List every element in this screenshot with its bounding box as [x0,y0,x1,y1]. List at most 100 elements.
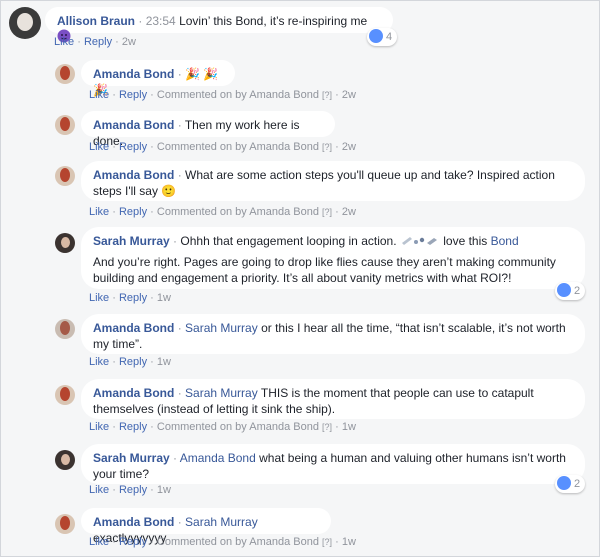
separator: · [112,536,116,548]
comment-bubble: Sarah Murray · Ohhh that engagement loop… [81,227,585,289]
avatar[interactable] [9,7,41,39]
comment-bubble: Amanda Bond · Sarah Murray THIS is the m… [81,379,585,419]
reply-link[interactable]: Reply [119,536,147,548]
comment-time: 23:54 [145,14,176,28]
avatar[interactable] [55,514,75,534]
reply-link[interactable]: Reply [84,36,112,48]
avatar[interactable] [55,64,75,84]
reply-link[interactable]: Reply [119,89,147,101]
comment-author[interactable]: Amanda Bond [93,515,174,529]
comment-actions: Like · Reply · Commented on by Amanda Bo… [89,536,356,548]
like-link[interactable]: Like [89,421,109,433]
separator: · [177,118,182,132]
like-reaction-icon [557,476,571,491]
help-marker[interactable]: [?] [322,90,332,100]
comment-actions: Like · Reply · Commented on by Amanda Bo… [89,141,356,153]
commented-on-by-name[interactable]: Amanda Bond [249,536,319,548]
separator: · [150,484,154,496]
comment-age[interactable]: 1w [342,421,356,433]
separator: · [335,89,339,101]
separator: · [335,141,339,153]
comment-age[interactable]: 1w [342,536,356,548]
reaction-count-badge[interactable]: 2 [555,475,586,493]
reply-link[interactable]: Reply [119,356,147,368]
comment-age[interactable]: 2w [342,89,356,101]
comment-text-b: love this [443,234,488,248]
like-link[interactable]: Like [89,484,109,496]
comment-age[interactable]: 2w [342,141,356,153]
comments-panel: Allison Braun · 23:54 Lovin’ this Bond, … [0,0,600,557]
reply-link[interactable]: Reply [119,292,147,304]
separator: · [150,421,154,433]
separator: · [335,206,339,218]
comment-paragraph-line2: building and engagement a priority. It’s… [93,270,512,285]
comment-bubble: Amanda Bond · 🎉 🎉🎉 [81,60,235,97]
comment-author[interactable]: Amanda Bond [93,168,174,182]
commented-on-by-name[interactable]: Amanda Bond [249,141,319,153]
comment-age[interactable]: 1w [157,484,171,496]
comment-actions: Like · Reply · Commented on by Amanda Bo… [89,89,356,101]
separator: · [150,141,154,153]
like-link[interactable]: Like [89,206,109,218]
comment-text-line1: THIS is the moment that people can use t… [260,386,534,400]
like-link[interactable]: Like [89,89,109,101]
help-marker[interactable]: [?] [322,537,332,547]
separator: · [115,36,119,48]
comment-age[interactable]: 1w [157,292,171,304]
reply-link[interactable]: Reply [119,421,147,433]
avatar[interactable] [55,450,75,470]
reaction-count-badge[interactable]: 4 [367,28,398,46]
reply-link[interactable]: Reply [119,141,147,153]
separator: · [335,421,339,433]
comment-author[interactable]: Amanda Bond [93,386,174,400]
separator: · [112,292,116,304]
commented-on-by-name[interactable]: Amanda Bond [249,89,319,101]
comment-author[interactable]: Amanda Bond [93,67,174,81]
separator: · [150,206,154,218]
comment-text-line2: your time? [93,467,150,481]
reply-link[interactable]: Reply [119,206,147,218]
commented-on-by-label: Commented on by [156,421,247,433]
separator: · [335,536,339,548]
like-link[interactable]: Like [89,292,109,304]
separator: · [177,515,182,529]
like-link[interactable]: Like [54,36,74,48]
comment-author[interactable]: Amanda Bond [93,118,174,132]
like-link[interactable]: Like [89,536,109,548]
comment-age[interactable]: 2w [342,206,356,218]
mention-link[interactable]: Sarah Murray [185,515,258,529]
help-marker[interactable]: [?] [322,422,332,432]
reaction-count: 2 [574,478,581,490]
help-marker[interactable]: [?] [322,207,332,217]
comment-author[interactable]: Sarah Murray [93,451,170,465]
separator: · [112,206,116,218]
comment-text-line1: or this I hear all the time, “that isn’t… [261,321,566,335]
comment-age[interactable]: 1w [157,356,171,368]
like-link[interactable]: Like [89,141,109,153]
comment-text-line2: themselves (instead of letting it sink t… [93,402,336,416]
like-link[interactable]: Like [89,356,109,368]
separator: · [177,67,182,81]
help-marker[interactable]: [?] [322,142,332,152]
comment-age[interactable]: 2w [122,36,136,48]
avatar[interactable] [55,166,75,186]
separator: · [112,484,116,496]
comment-bubble: Allison Braun · 23:54 Lovin’ this Bond, … [45,7,393,43]
avatar[interactable] [55,233,75,253]
mention-link[interactable]: Bond [491,234,519,248]
avatar[interactable] [55,115,75,135]
reaction-count: 2 [574,285,581,297]
commented-on-by-name[interactable]: Amanda Bond [249,206,319,218]
mention-link[interactable]: Sarah Murray [185,386,258,400]
commented-on-by-name[interactable]: Amanda Bond [249,421,319,433]
comment-author[interactable]: Amanda Bond [93,321,174,335]
avatar[interactable] [55,319,75,339]
mention-link[interactable]: Sarah Murray [185,321,258,335]
comment-author[interactable]: Allison Braun [57,14,135,28]
comment-author[interactable]: Sarah Murray [93,234,170,248]
reply-link[interactable]: Reply [119,484,147,496]
avatar[interactable] [55,385,75,405]
reaction-count-badge[interactable]: 2 [555,282,586,300]
comment-text-line1: what being a human and valuing other hum… [259,451,566,465]
mention-link[interactable]: Amanda Bond [180,451,256,465]
